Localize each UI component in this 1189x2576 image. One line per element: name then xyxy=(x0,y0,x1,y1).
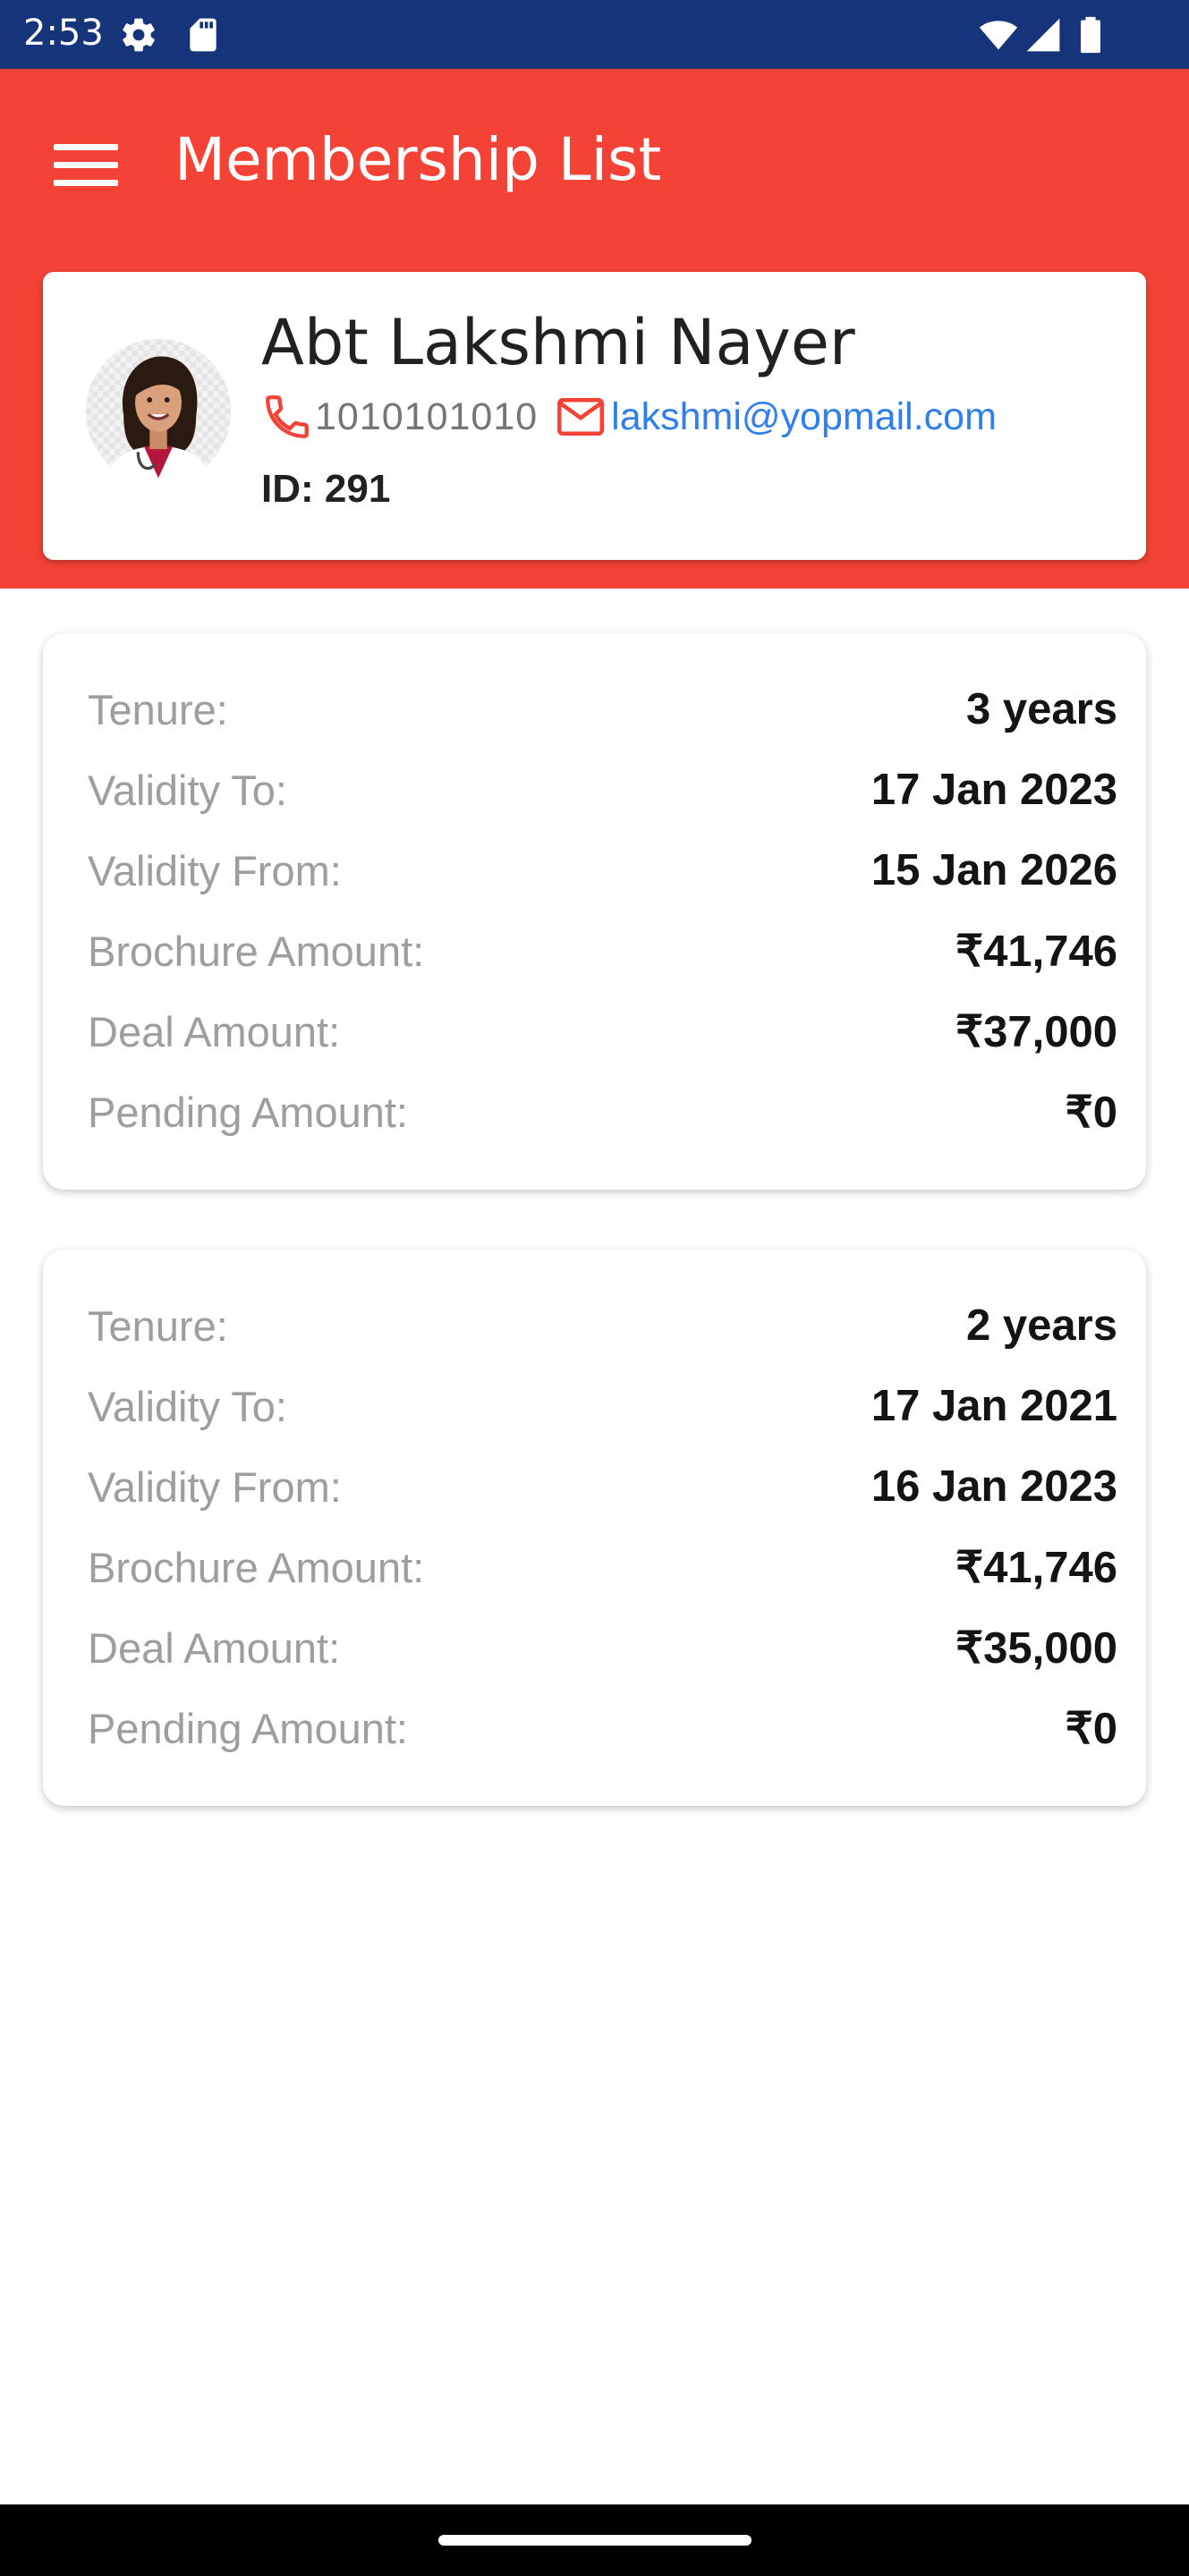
row-value: ₹41,746 xyxy=(955,927,1117,976)
row-value: ₹0 xyxy=(1065,1704,1117,1753)
row-label: Tenure: xyxy=(88,685,228,733)
phone-number[interactable]: 1010101010 xyxy=(315,395,538,439)
row-label: Brochure Amount: xyxy=(88,1543,425,1591)
gear-icon xyxy=(119,15,158,55)
row-value: 16 Jan 2023 xyxy=(871,1462,1117,1511)
deal-amount-row: Deal Amount: ₹35,000 xyxy=(88,1616,1117,1679)
mail-icon[interactable] xyxy=(554,390,607,444)
pending-amount-row: Pending Amount: ₹0 xyxy=(88,1080,1117,1143)
row-label: Validity From: xyxy=(88,1462,342,1511)
deal-amount-row: Deal Amount: ₹37,000 xyxy=(88,1000,1117,1063)
membership-card[interactable]: Tenure: 2 years Validity To: 17 Jan 2021… xyxy=(43,1250,1146,1806)
home-indicator[interactable] xyxy=(438,2535,752,2546)
row-label: Validity To: xyxy=(88,766,287,814)
row-value: ₹0 xyxy=(1065,1088,1117,1137)
row-value: 3 years xyxy=(966,685,1117,733)
phone-icon[interactable] xyxy=(261,391,313,443)
tenure-row: Tenure: 3 years xyxy=(88,678,1117,741)
validity-from-row: Validity From: 16 Jan 2023 xyxy=(88,1455,1117,1518)
row-value: 15 Jan 2026 xyxy=(871,846,1117,894)
row-label: Deal Amount: xyxy=(88,1623,341,1672)
row-label: Validity To: xyxy=(88,1382,287,1430)
row-label: Pending Amount: xyxy=(88,1704,408,1752)
member-name: Abt Lakshmi Nayer xyxy=(261,306,855,379)
email-link[interactable]: lakshmi@yopmail.com xyxy=(611,395,997,439)
brochure-amount-row: Brochure Amount: ₹41,746 xyxy=(88,1536,1117,1598)
row-value: ₹35,000 xyxy=(955,1623,1117,1673)
tenure-row: Tenure: 2 years xyxy=(88,1294,1117,1357)
row-value: ₹37,000 xyxy=(955,1007,1117,1056)
row-value: 17 Jan 2021 xyxy=(871,1382,1117,1430)
validity-to-row: Validity To: 17 Jan 2023 xyxy=(88,758,1117,821)
row-label: Pending Amount: xyxy=(88,1088,408,1136)
row-value: ₹41,746 xyxy=(955,1543,1117,1592)
row-label: Validity From: xyxy=(88,846,342,894)
wifi-icon xyxy=(979,15,1018,55)
cell-signal-icon xyxy=(1023,15,1063,55)
row-label: Deal Amount: xyxy=(88,1007,341,1055)
row-label: Brochure Amount: xyxy=(88,927,425,975)
sd-card-icon xyxy=(183,15,223,55)
page-title: Membership List xyxy=(174,125,662,194)
hamburger-menu-icon[interactable] xyxy=(39,119,132,212)
membership-card[interactable]: Tenure: 3 years Validity To: 17 Jan 2023… xyxy=(43,633,1146,1190)
status-bar: 2:53 xyxy=(0,0,1189,69)
member-id: ID: 291 xyxy=(261,467,391,511)
system-nav-bar xyxy=(0,2504,1189,2576)
row-label: Tenure: xyxy=(88,1301,228,1350)
contact-row: 1010101010 lakshmi@yopmail.com xyxy=(261,390,997,444)
row-value: 2 years xyxy=(966,1301,1117,1350)
row-value: 17 Jan 2023 xyxy=(871,766,1117,814)
profile-card[interactable]: Abt Lakshmi Nayer 1010101010 lakshmi@yop… xyxy=(43,272,1146,560)
battery-icon xyxy=(1075,15,1106,55)
pending-amount-row: Pending Amount: ₹0 xyxy=(88,1697,1117,1759)
validity-to-row: Validity To: 17 Jan 2021 xyxy=(88,1375,1117,1437)
avatar xyxy=(86,339,231,484)
validity-from-row: Validity From: 15 Jan 2026 xyxy=(88,839,1117,902)
status-time: 2:53 xyxy=(23,13,104,54)
brochure-amount-row: Brochure Amount: ₹41,746 xyxy=(88,919,1117,982)
